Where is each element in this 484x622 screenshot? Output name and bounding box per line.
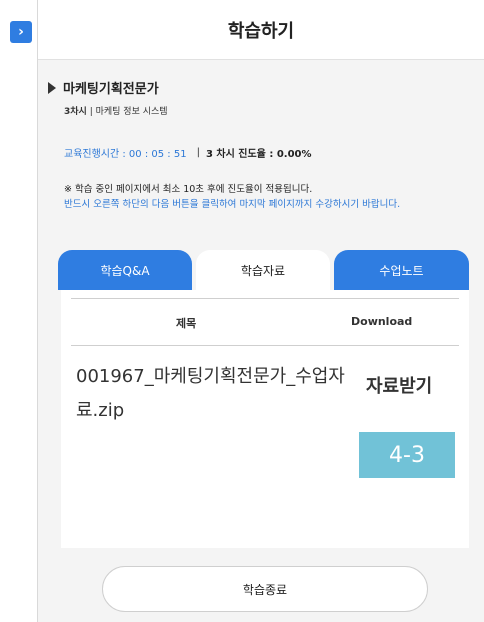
session-number: 3차시 [64,107,87,117]
course-info: 마케팅기획전문가 3차시 | 마케팅 정보 시스템 [48,78,168,117]
notice-line-1: ※ 학습 중인 페이지에서 최소 10초 후에 진도율이 적용됩니다. [64,184,313,195]
panel-header: 학습하기 [38,0,484,60]
materials-content: 제목 Download 001967_마케팅기획전문가_수업자료.zip 자료받… [61,290,469,548]
download-button[interactable]: 자료받기 [366,372,432,398]
tab-materials[interactable]: 학습자료 [196,250,330,290]
tab-qa[interactable]: 학습Q&A [58,250,192,290]
end-learning-button[interactable]: 학습종료 [102,566,428,612]
notice: ※ 학습 중인 페이지에서 최소 10초 후에 진도율이 적용됩니다. 반드시 … [64,182,400,212]
progress-separator: | [196,147,200,158]
elapsed-time: 교육진행시간 : 00 : 05 : 51 [64,149,187,160]
file-name: 001967_마케팅기획전문가_수업자료.zip [76,366,345,421]
progress-row: 교육진행시간 : 00 : 05 : 51 | 3 차시 진도율 : 0.00% [64,145,312,160]
triangle-right-icon [48,81,56,94]
number-stamp: 4-3 [359,432,455,478]
column-download: Download [351,315,413,328]
course-name-row: 마케팅기획전문가 [48,78,168,97]
session-subtitle: | 마케팅 정보 시스템 [89,107,168,117]
tab-bar: 학습Q&A 학습자료 수업노트 [58,250,469,290]
learning-panel: 학습하기 마케팅기획전문가 3차시 | 마케팅 정보 시스템 교육진행시간 : … [38,0,484,622]
table-header: 제목 Download [71,298,459,346]
page-title: 학습하기 [227,20,295,42]
column-title: 제목 [176,317,197,330]
tab-notes[interactable]: 수업노트 [334,250,469,290]
chevron-right-icon: › [18,24,24,40]
progress-rate: 3 차시 진도율 : 0.00% [205,149,312,160]
notice-line-2: 반드시 오른쪽 하단의 다음 버튼을 클릭하여 마지막 페이지까지 수강하시기 … [64,199,401,210]
left-strip: › [0,0,38,622]
sidebar-toggle-button[interactable]: › [10,21,32,43]
course-name: 마케팅기획전문가 [63,82,159,97]
course-session-line: 3차시 | 마케팅 정보 시스템 [64,104,168,117]
